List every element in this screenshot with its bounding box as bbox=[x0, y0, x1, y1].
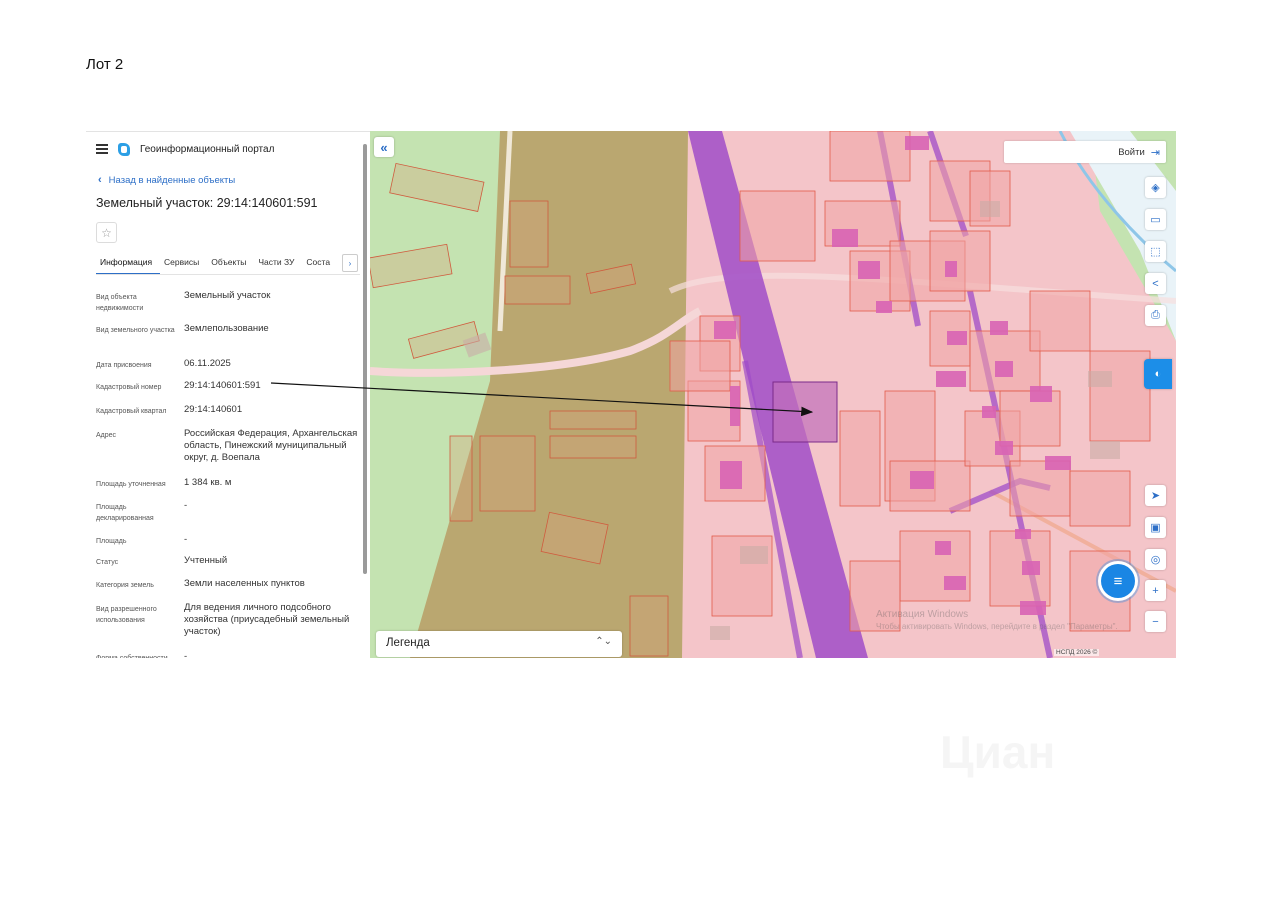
panel-scrollbar[interactable] bbox=[363, 144, 367, 574]
property-key: Статус bbox=[96, 559, 119, 566]
layers-icon[interactable]: ◈ bbox=[1145, 177, 1166, 198]
share-icon[interactable]: < bbox=[1145, 273, 1166, 294]
tab-composition[interactable]: Соста bbox=[302, 253, 338, 274]
login-icon: ⇥ bbox=[1150, 146, 1160, 159]
property-value: Учтенный bbox=[184, 555, 228, 566]
property-key: Кадастровый квартал bbox=[96, 408, 167, 415]
property-value: Российская Федерация, Архангельская обла… bbox=[184, 428, 358, 463]
select-area-icon[interactable]: ⬚ bbox=[1145, 241, 1166, 262]
favorite-star-icon[interactable]: ☆ bbox=[96, 222, 117, 243]
property-value: 29:14:140601 bbox=[184, 404, 243, 415]
tab-parcel-parts[interactable]: Части ЗУ bbox=[254, 253, 302, 274]
page-title: Земельный участок: 29:14:140601:591 bbox=[96, 196, 318, 210]
watermark-subtitle: Чтобы активировать Windows, перейдите в … bbox=[876, 622, 1118, 631]
map-canvas[interactable] bbox=[370, 131, 1176, 658]
property-key: Площадь bbox=[96, 538, 127, 545]
minimap-icon[interactable]: ▣ bbox=[1145, 517, 1166, 538]
property-key: Дата присвоения bbox=[96, 362, 152, 369]
tab-information[interactable]: Информация bbox=[96, 253, 161, 274]
locate-icon[interactable]: ➤ bbox=[1145, 485, 1166, 506]
property-key: Форма собственности bbox=[96, 653, 178, 658]
property-value: 06.11.2025 bbox=[184, 358, 231, 369]
property-key: Площадь уточненная bbox=[96, 481, 166, 488]
chat-assistant-icon[interactable]: ◐ bbox=[1144, 359, 1172, 389]
map-view[interactable]: « Войти ⇥ ◈ ▭ ⬚ < ⎙ ◐ ➤ ▣ ◎ + − ≡ Актива… bbox=[370, 131, 1176, 658]
property-value: - bbox=[184, 651, 188, 658]
tab-bar: Информация Сервисы Объекты Части ЗУ Сост… bbox=[96, 253, 360, 275]
geo-search-icon[interactable]: ◎ bbox=[1145, 549, 1166, 570]
lot-title: Лот 2 bbox=[86, 56, 124, 73]
property-value: Для ведения личного подсобного хозяйства… bbox=[184, 602, 350, 637]
property-value: - bbox=[184, 534, 188, 545]
chevron-updown-icon: ⌃⌄ bbox=[595, 636, 612, 647]
map-attribution: НСПД 2026 © bbox=[1054, 649, 1100, 656]
tab-services[interactable]: Сервисы bbox=[160, 253, 207, 274]
property-value: Земельный участок bbox=[184, 290, 271, 301]
login-button[interactable]: Войти ⇥ bbox=[1004, 141, 1166, 163]
print-icon[interactable]: ⎙ bbox=[1145, 305, 1166, 326]
chevron-left-icon: ‹ bbox=[98, 174, 102, 186]
property-value: 1 384 кв. м bbox=[184, 477, 232, 488]
legend-select[interactable]: Легенда ⌃⌄ bbox=[376, 631, 622, 657]
portal-logo-icon bbox=[118, 142, 130, 156]
portal-name: Геоинформационный портал bbox=[140, 143, 275, 155]
property-value: Землепользование bbox=[184, 323, 269, 334]
tab-objects[interactable]: Объекты bbox=[207, 253, 254, 274]
panel-header: Геоинформационный портал bbox=[96, 141, 274, 157]
property-key: Категория земель bbox=[96, 582, 154, 589]
tabs-next-button[interactable]: › bbox=[342, 254, 358, 272]
brand-watermark: Циан bbox=[940, 726, 1056, 778]
login-label: Войти bbox=[1118, 146, 1145, 158]
property-value: Земли населенных пунктов bbox=[184, 578, 305, 589]
property-key: Вид разрешенного использования bbox=[96, 606, 157, 624]
ruler-icon[interactable]: ▭ bbox=[1145, 209, 1166, 230]
info-panel: Геоинформационный портал ‹ Назад в найде… bbox=[86, 131, 370, 658]
cadastral-number-value: 29:14:140601:591 bbox=[184, 380, 261, 391]
watermark-title: Активация Windows bbox=[876, 609, 969, 620]
legend-label: Легенда bbox=[386, 637, 430, 649]
property-key: Адрес bbox=[96, 432, 117, 439]
back-to-results-link[interactable]: ‹ Назад в найденные объекты bbox=[98, 174, 235, 186]
property-value: - bbox=[184, 500, 188, 511]
zoom-in-icon[interactable]: + bbox=[1145, 580, 1166, 601]
property-key: Площадь декларированная bbox=[96, 504, 154, 522]
property-key: Вид объекта недвижимости bbox=[96, 294, 144, 312]
selected-parcel bbox=[772, 381, 838, 443]
property-key: Кадастровый номер bbox=[96, 384, 162, 391]
windows-activation-watermark: Активация Windows Чтобы активировать Win… bbox=[876, 609, 1118, 633]
back-link-label: Назад в найденные объекты bbox=[108, 174, 236, 186]
property-key: Вид земельного участка bbox=[96, 327, 175, 334]
zoom-out-icon[interactable]: − bbox=[1145, 611, 1166, 632]
collapse-panel-button[interactable]: « bbox=[374, 137, 394, 157]
hamburger-icon[interactable] bbox=[96, 144, 108, 154]
list-icon[interactable]: ≡ bbox=[1101, 564, 1135, 598]
